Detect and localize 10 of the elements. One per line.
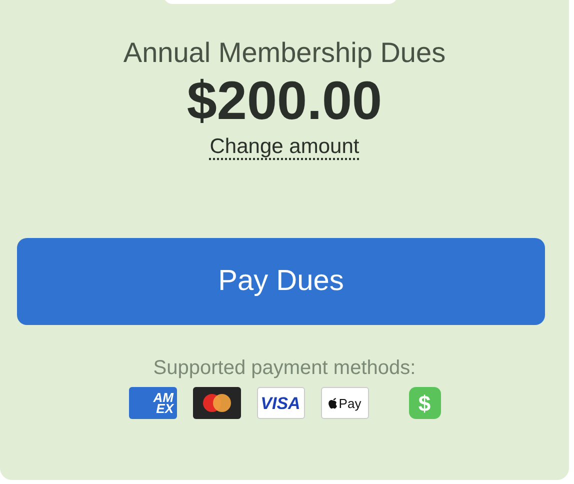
payment-methods-label: Supported payment methods: <box>153 356 416 382</box>
cash-app-logo: $ <box>408 387 440 420</box>
apple-pay-logo: Pay <box>320 387 368 420</box>
title: Annual Membership Dues <box>122 36 447 70</box>
amount: $200.00 <box>186 72 382 131</box>
visa-logo: VISA <box>256 387 304 420</box>
amex-logo: AM EX <box>128 387 176 420</box>
pay-button[interactable]: Pay Dues <box>17 238 545 326</box>
mastercard-icon <box>192 387 240 420</box>
change-amount-link[interactable]: Change amount <box>210 134 360 158</box>
